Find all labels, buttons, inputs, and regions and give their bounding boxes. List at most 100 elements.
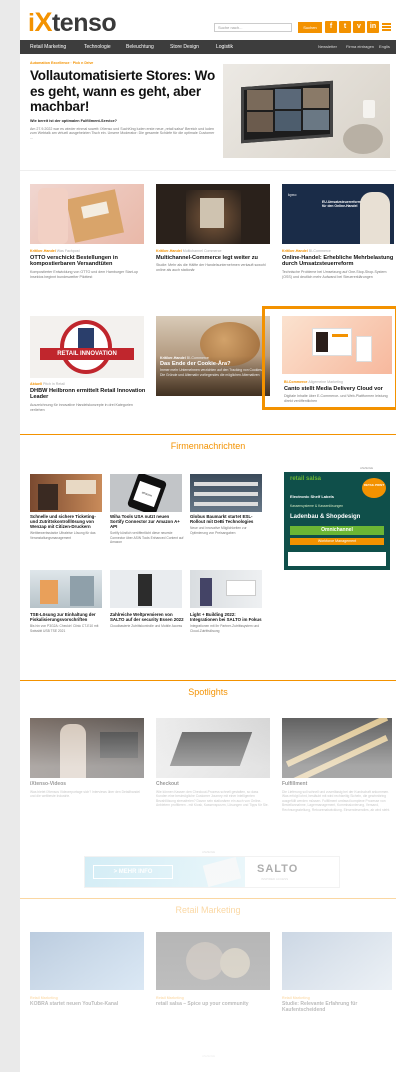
nav-retail-marketing[interactable]: Retail Marketing bbox=[30, 40, 66, 54]
firmen-text: Integrationen mit Ihr Partner-Zutrittssy… bbox=[190, 624, 260, 633]
spotlight-title[interactable]: iXtenso-Videos bbox=[30, 781, 144, 788]
section-firmennachrichten: Firmennachrichten bbox=[20, 434, 396, 451]
firmen-item[interactable]: Zahlreiche Weltpremieren von SALTO auf d… bbox=[110, 612, 184, 629]
article-title[interactable]: Das Ende der Cookie-Ära? bbox=[160, 361, 268, 367]
firmen-item[interactable]: Globus Baumarkt startet ESL-Rollout mit … bbox=[190, 514, 264, 535]
firmen-image-wiha[interactable]: amazon bbox=[110, 474, 182, 512]
firmen-text: Wettbewerbsstarke Ultraleise Lösung für … bbox=[30, 531, 96, 540]
article-image-retail-innovation[interactable]: RETAIL INNOVATION bbox=[30, 316, 144, 378]
spotlight-card[interactable]: Fulfillment Die Lieferung soll schnell u… bbox=[282, 781, 392, 812]
article-text: Kompostierter Entwicklung von OTTO und d… bbox=[30, 269, 138, 279]
firmen-item[interactable]: Schnelle und sichere Ticketing- und Zutr… bbox=[30, 514, 104, 540]
ad-line-1: Electronic Shelf Labels bbox=[290, 494, 335, 499]
article-title[interactable]: OTTO verschickt Bestellungen in komposti… bbox=[30, 255, 146, 268]
section-spotlights: Spotlights bbox=[20, 680, 396, 697]
ad-line-3: Ladenbau & Shopdesign bbox=[290, 514, 361, 520]
nav-beleuchtung[interactable]: Beleuchtung bbox=[126, 40, 154, 54]
ad-line-4: Omnichannel bbox=[290, 526, 384, 535]
firmen-item[interactable]: Light + Building 2022: Integrationen bei… bbox=[190, 612, 264, 633]
article-title[interactable]: Online-Handel: Erhebliche Mehrbelastung … bbox=[282, 255, 394, 268]
article-image-otto[interactable] bbox=[30, 184, 144, 244]
page: iXtenso Suche nach... Suchen f t v in Re… bbox=[20, 0, 396, 1072]
spotlight-title[interactable]: Fulfillment bbox=[282, 781, 392, 788]
article-card[interactable]: Kritiker-Handel Multichannel Commerce Mu… bbox=[156, 249, 272, 273]
nav-english[interactable]: Englis bbox=[379, 40, 390, 54]
firmen-image-salto-essen[interactable] bbox=[110, 570, 182, 608]
article-text: Technische Probleme bei Umsetzung auf On… bbox=[282, 269, 387, 279]
article-kicker: Kritiker-Handel Multichannel Commerce bbox=[156, 249, 222, 253]
hero-text: Am 27.9.2022 war es wieder einmal soweit… bbox=[30, 126, 215, 141]
retail-kicker: Retail Marketing bbox=[282, 996, 310, 1000]
firmen-item[interactable]: TSE-Lösung zur Einhaltung der Fiskalisie… bbox=[30, 612, 104, 633]
article-image-umsatzsteuer[interactable]: kyno EU-Umsatzsteuerreform für den Onlin… bbox=[282, 184, 394, 244]
banner-brand: SALTO bbox=[257, 863, 299, 875]
hero-title[interactable]: Vollautomatisierte Stores: Wo es geht, w… bbox=[30, 68, 220, 115]
salto-banner[interactable]: > MEHR INFO SALTO INSPIRED ACCESS bbox=[84, 856, 340, 888]
linkedin-icon[interactable]: in bbox=[367, 21, 379, 33]
spotlight-card[interactable]: iXtenso-Videos Was bietet iXtensos Video… bbox=[30, 781, 144, 799]
firmen-image-globus[interactable] bbox=[190, 474, 262, 512]
hero-article[interactable]: Automation Excellence · Pick n Drive Vol… bbox=[30, 61, 220, 141]
article-card[interactable]: Aktuell Pitch in Retail DHBW Heilbronn e… bbox=[30, 382, 146, 413]
retail-salsa-ad[interactable]: retail salsa RETAIL PRINT Electronic She… bbox=[284, 472, 390, 570]
firmen-image-light-building[interactable] bbox=[190, 570, 262, 608]
spotlight-image-videos[interactable] bbox=[30, 718, 144, 778]
section-retail-marketing: Retail Marketing bbox=[20, 898, 396, 915]
article-card[interactable]: Kritiker-Handel Was Fachpost OTTO versch… bbox=[30, 249, 146, 280]
nav-logistik[interactable]: Logistik bbox=[216, 40, 233, 54]
hero-lead: Wie bereit ist der optimalen Fulfillment… bbox=[30, 118, 117, 123]
article-kicker: Kritiker-Handel Was Fachpost bbox=[30, 249, 80, 253]
firmen-title[interactable]: Wiha Tools USA nutzt neuen Sortify Conne… bbox=[110, 514, 184, 529]
firmen-image-wenzap[interactable] bbox=[30, 474, 102, 512]
site-logo[interactable]: iXtenso bbox=[28, 8, 117, 37]
retail-image-salsa[interactable] bbox=[156, 932, 270, 990]
firmen-title[interactable]: Light + Building 2022: Integrationen bei… bbox=[190, 612, 264, 622]
nav-newsletter[interactable]: Newsletter bbox=[318, 40, 337, 54]
video-icon[interactable]: v bbox=[353, 21, 365, 33]
retail-title[interactable]: KOBRA startet neuen YouTube-Kanal bbox=[30, 1001, 144, 1008]
article-kicker: Kritiker-Handel BI-Commerce bbox=[160, 356, 209, 360]
firmen-item[interactable]: Wiha Tools USA nutzt neuen Sortify Conne… bbox=[110, 514, 184, 545]
retail-title[interactable]: Studie: Relevante Erfahrung für Kaufents… bbox=[282, 1001, 392, 1014]
firmen-image-tse[interactable] bbox=[30, 570, 102, 608]
ad-brand: retail salsa bbox=[290, 476, 322, 482]
ad-line-2: Kassensysteme & Kassenlösungen bbox=[290, 504, 344, 508]
nav-firma-eintragen[interactable]: Firma eintragen bbox=[346, 40, 374, 54]
spotlight-card[interactable]: Checkout Wie können Kassen den Checkout-… bbox=[156, 781, 270, 808]
spotlight-title[interactable]: Checkout bbox=[156, 781, 270, 788]
firmen-title[interactable]: Zahlreiche Weltpremieren von SALTO auf d… bbox=[110, 612, 184, 622]
nav-technologie[interactable]: Technologie bbox=[84, 40, 111, 54]
cookie-article-overlay[interactable]: Kritiker-Handel BI-Commerce Das Ende der… bbox=[160, 356, 268, 378]
article-text: Auszeichnung für innovative Handelskonze… bbox=[30, 402, 133, 412]
article-card[interactable]: Kritiker-Handel BI-Commerce Online-Hande… bbox=[282, 249, 394, 280]
twitter-icon[interactable]: t bbox=[339, 21, 351, 33]
article-image-multichannel[interactable] bbox=[156, 184, 270, 244]
spotlight-text: Was bietet iXtensos Videoreportage sich?… bbox=[30, 789, 140, 799]
article-kicker: Kritiker-Handel BI-Commerce bbox=[282, 249, 331, 253]
firmen-title[interactable]: TSE-Lösung zur Einhaltung der Fiskalisie… bbox=[30, 612, 104, 622]
firmen-title[interactable]: Globus Baumarkt startet ESL-Rollout mit … bbox=[190, 514, 264, 524]
firmen-title[interactable]: Schnelle und sichere Ticketing- und Zutr… bbox=[30, 514, 104, 529]
facebook-icon[interactable]: f bbox=[325, 21, 337, 33]
search-button[interactable]: Suchen bbox=[298, 22, 322, 33]
hero-image[interactable] bbox=[223, 64, 390, 158]
banner-cta-button[interactable]: > MEHR INFO bbox=[93, 865, 173, 879]
ad-badge: RETAIL PRINT bbox=[362, 478, 386, 498]
retail-image-studie[interactable] bbox=[282, 932, 392, 990]
retail-title[interactable]: retail salsa – Spice up your community bbox=[156, 1001, 270, 1008]
nav-store-design[interactable]: Store Design bbox=[170, 40, 199, 54]
firmen-text: Bis hin von P3G2A: Checkin' Clinic CT-E1… bbox=[30, 624, 99, 633]
spotlight-image-checkout[interactable] bbox=[156, 718, 270, 778]
retail-image-kobra[interactable] bbox=[30, 932, 144, 990]
spotlight-text: Die Lieferung soll schnell und zuverläss… bbox=[282, 789, 391, 812]
footer-ad-label: ANZEIGE bbox=[202, 1054, 216, 1058]
retail-card[interactable]: Retail Marketing retail salsa – Spice up… bbox=[156, 996, 270, 1008]
ad-label: ANZEIGE bbox=[360, 466, 374, 470]
search-input[interactable]: Suche nach... bbox=[214, 23, 292, 32]
article-title[interactable]: Multichannel-Commerce legt weiter zu bbox=[156, 255, 272, 261]
article-title[interactable]: DHBW Heilbronn ermittelt Retail Innovati… bbox=[30, 388, 146, 401]
retail-card[interactable]: Retail Marketing KOBRA startet neuen You… bbox=[30, 996, 144, 1008]
spotlight-image-fulfillment[interactable] bbox=[282, 718, 392, 778]
retail-card[interactable]: Retail Marketing Studie: Relevante Erfah… bbox=[282, 996, 392, 1014]
menu-icon[interactable] bbox=[382, 23, 391, 31]
